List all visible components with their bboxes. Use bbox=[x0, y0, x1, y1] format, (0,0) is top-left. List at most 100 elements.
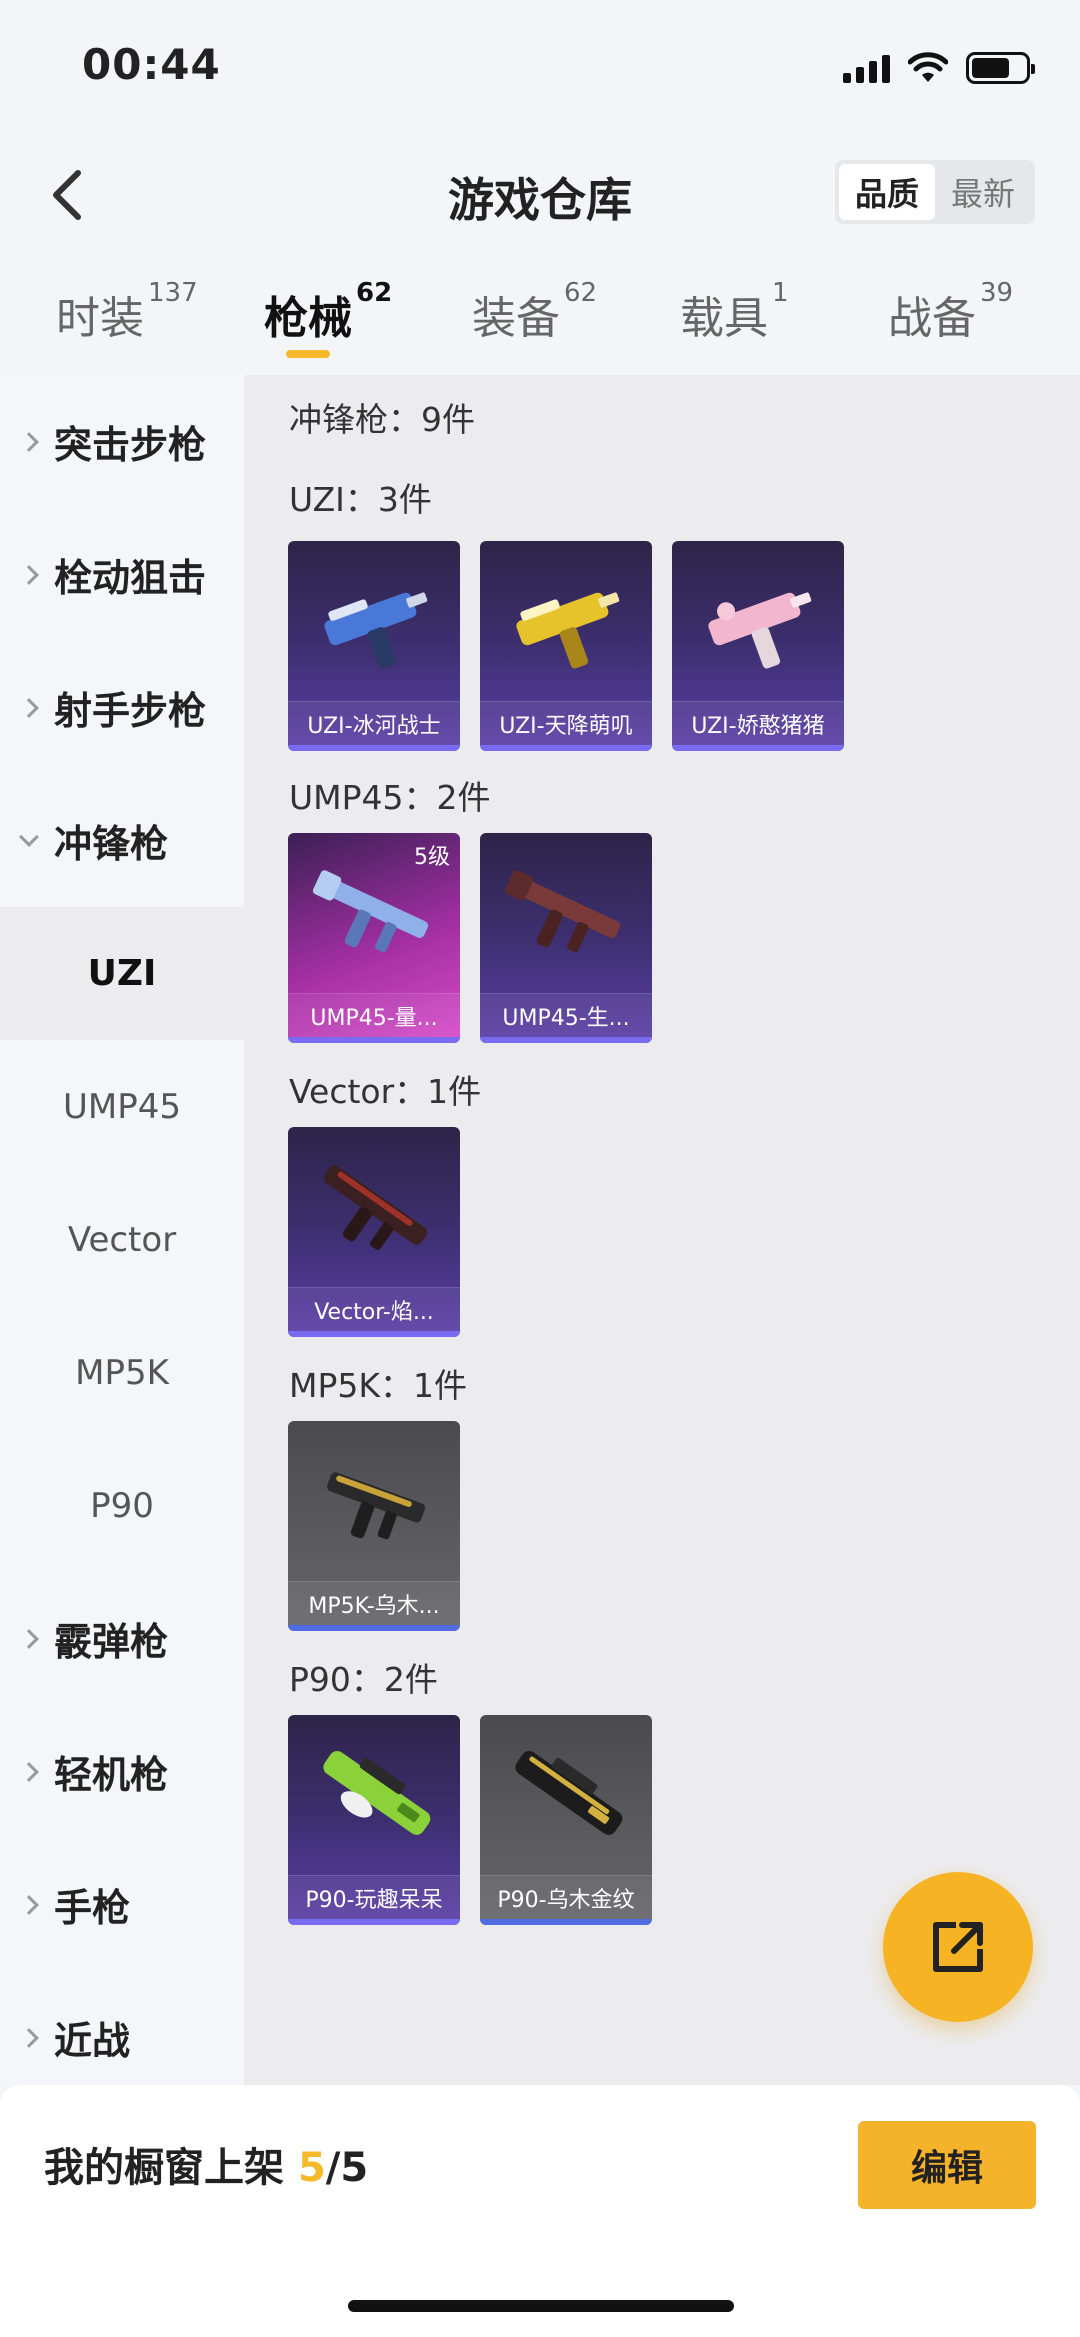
weapon-card[interactable]: UZI-天降萌叽 bbox=[480, 541, 652, 751]
tab-count: 62 bbox=[564, 278, 598, 308]
weapon-card[interactable]: UZI-冰河战士 bbox=[288, 541, 460, 751]
sidebar-item-label: 栓动狙击 bbox=[54, 556, 207, 600]
sidebar-item-label: 射手步枪 bbox=[54, 689, 207, 733]
group-title-uzi: UZI：3件 bbox=[289, 480, 432, 519]
smg-skin-icon bbox=[324, 592, 428, 669]
weapon-card-label: UZI-娇憨猪猪 bbox=[672, 701, 844, 745]
sidebar-item-label: 近战 bbox=[54, 2019, 131, 2063]
weapon-card-label: UZI-冰河战士 bbox=[288, 701, 460, 745]
tab-count: 1 bbox=[772, 278, 789, 308]
tab-equipment[interactable]: 装备 62 bbox=[472, 278, 597, 346]
group-title-ump45: UMP45：2件 bbox=[289, 778, 491, 817]
sidebar-item-label: 轻机枪 bbox=[54, 1753, 169, 1797]
chevron-right-icon bbox=[19, 564, 39, 585]
sidebar-subitem-uzi[interactable]: UZI bbox=[0, 907, 244, 1040]
weapon-type-sidebar: 突击步枪 栓动狙击 射手步枪 冲锋枪 UZI UMP45 Vector MP5K… bbox=[0, 375, 244, 2085]
sidebar-item-marksman-rifle[interactable]: 射手步枪 bbox=[0, 641, 244, 774]
weapon-grid: 冲锋枪：9件 UZI：3件 UZI-冰河战士 UZI-天降萌叽 UZI-娇憨猪猪… bbox=[244, 375, 1080, 2085]
edit-button[interactable]: 编辑 bbox=[858, 2121, 1036, 2209]
weapon-card[interactable]: 5级 UMP45-量... bbox=[288, 833, 460, 1043]
status-time: 00:44 bbox=[82, 40, 221, 89]
tab-firearms[interactable]: 枪械 62 bbox=[264, 278, 392, 346]
smg-skin-icon bbox=[327, 1472, 426, 1540]
share-button[interactable] bbox=[883, 1872, 1033, 2022]
weapon-card-label: UMP45-量... bbox=[288, 993, 460, 1037]
weapon-card[interactable]: Vector-焰... bbox=[288, 1127, 460, 1337]
sidebar-item-pistol[interactable]: 手枪 bbox=[0, 1838, 244, 1971]
tab-count: 62 bbox=[356, 278, 393, 308]
sidebar-subitem-mp5k[interactable]: MP5K bbox=[0, 1306, 244, 1439]
weapon-card[interactable]: P90-乌木金纹 bbox=[480, 1715, 652, 1925]
rarity-bar bbox=[288, 1331, 460, 1337]
sort-quality-button[interactable]: 品质 bbox=[839, 164, 935, 220]
weapon-card-label: P90-乌木金纹 bbox=[480, 1875, 652, 1919]
home-indicator bbox=[348, 2300, 734, 2312]
smg-skin-icon bbox=[323, 1750, 431, 1835]
rarity-bar bbox=[288, 1919, 460, 1925]
smg-skin-icon bbox=[708, 592, 812, 669]
chevron-down-icon bbox=[19, 826, 39, 847]
group-title-p90: P90：2件 bbox=[289, 1660, 438, 1699]
showcase-total-count: /5 bbox=[325, 2145, 369, 2191]
showcase-current-count: 5 bbox=[297, 2145, 326, 2191]
tab-label: 枪械 bbox=[264, 293, 352, 344]
rarity-bar bbox=[288, 745, 460, 751]
sidebar-subitem-ump45[interactable]: UMP45 bbox=[0, 1040, 244, 1173]
weapon-card-label: P90-玩趣呆呆 bbox=[288, 1875, 460, 1919]
smg-skin-icon bbox=[504, 870, 621, 953]
weapon-card[interactable]: P90-玩趣呆呆 bbox=[288, 1715, 460, 1925]
tab-label: 时装 bbox=[56, 293, 144, 344]
group-title-vector: Vector：1件 bbox=[289, 1072, 482, 1111]
weapon-card-label: Vector-焰... bbox=[288, 1287, 460, 1331]
chevron-right-icon bbox=[19, 431, 39, 452]
tab-supplies[interactable]: 战备 39 bbox=[888, 278, 1013, 346]
sidebar-item-smg[interactable]: 冲锋枪 bbox=[0, 774, 244, 907]
rarity-bar bbox=[672, 745, 844, 751]
status-icons bbox=[843, 52, 1035, 84]
sort-latest-button[interactable]: 最新 bbox=[935, 164, 1031, 220]
tab-fashion[interactable]: 时装 137 bbox=[56, 278, 198, 346]
category-summary: 冲锋枪：9件 bbox=[289, 400, 475, 439]
chevron-right-icon bbox=[19, 2027, 39, 2048]
category-tabs: 时装 137 枪械 62 装备 62 载具 1 战备 39 bbox=[0, 270, 1080, 370]
rarity-bar bbox=[288, 1625, 460, 1631]
tab-count: 39 bbox=[980, 278, 1014, 308]
weapon-card-label: UMP45-生... bbox=[480, 993, 652, 1037]
chevron-right-icon bbox=[19, 1761, 39, 1782]
chevron-right-icon bbox=[19, 1894, 39, 1915]
smg-skin-icon bbox=[516, 592, 620, 669]
smg-skin-icon bbox=[515, 1750, 623, 1835]
weapon-card-label: UZI-天降萌叽 bbox=[480, 701, 652, 745]
chevron-right-icon bbox=[19, 1628, 39, 1649]
showcase-label: 我的橱窗上架 bbox=[44, 2145, 284, 2191]
sidebar-item-label: 霰弹枪 bbox=[54, 1620, 169, 1664]
rarity-bar bbox=[480, 1919, 652, 1925]
showcase-status: 我的橱窗上架 5/5 bbox=[44, 2135, 368, 2193]
sidebar-subitem-vector[interactable]: Vector bbox=[0, 1173, 244, 1306]
tab-label: 战备 bbox=[888, 293, 976, 344]
sidebar-item-label: 冲锋枪 bbox=[54, 822, 169, 866]
rarity-bar bbox=[480, 1037, 652, 1043]
active-tab-indicator bbox=[286, 350, 330, 358]
sidebar-item-shotgun[interactable]: 霰弹枪 bbox=[0, 1572, 244, 1705]
tab-label: 载具 bbox=[680, 293, 768, 344]
sidebar-item-assault-rifle[interactable]: 突击步枪 bbox=[0, 375, 244, 508]
cellular-signal-icon bbox=[843, 53, 890, 83]
tab-count: 137 bbox=[148, 278, 198, 308]
group-title-mp5k: MP5K：1件 bbox=[289, 1366, 468, 1405]
weapon-card[interactable]: UMP45-生... bbox=[480, 833, 652, 1043]
weapon-card[interactable]: UZI-娇憨猪猪 bbox=[672, 541, 844, 751]
tab-label: 装备 bbox=[472, 293, 560, 344]
sidebar-subitem-p90[interactable]: P90 bbox=[0, 1439, 244, 1572]
weapon-card[interactable]: MP5K-乌木... bbox=[288, 1421, 460, 1631]
weapon-card-label: MP5K-乌木... bbox=[288, 1581, 460, 1625]
status-bar: 00:44 bbox=[0, 0, 1080, 140]
rarity-bar bbox=[288, 1037, 460, 1043]
sidebar-item-lmg[interactable]: 轻机枪 bbox=[0, 1705, 244, 1838]
wifi-icon bbox=[908, 52, 948, 82]
sidebar-item-bolt-sniper[interactable]: 栓动狙击 bbox=[0, 508, 244, 641]
sidebar-item-label: 突击步枪 bbox=[54, 423, 207, 467]
rarity-bar bbox=[480, 745, 652, 751]
nav-header: 游戏仓库 品质 最新 bbox=[0, 140, 1080, 250]
tab-vehicles[interactable]: 载具 1 bbox=[680, 278, 789, 346]
